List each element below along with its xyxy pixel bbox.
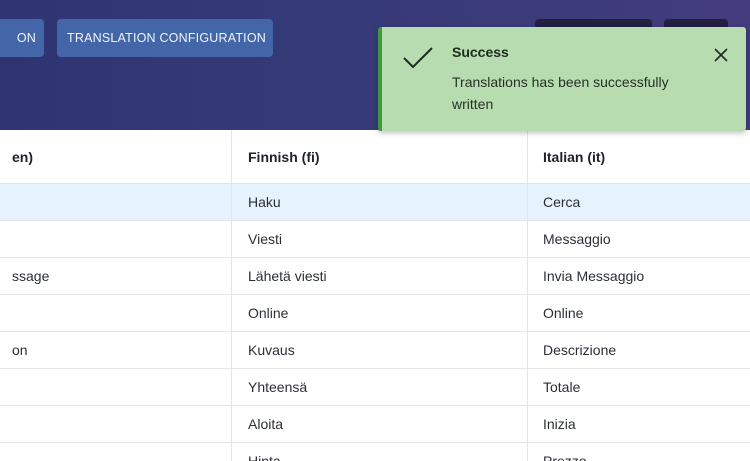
table-row[interactable]: Hinta Prezzo	[0, 443, 750, 461]
table-row[interactable]: Haku Cerca	[0, 184, 750, 221]
close-icon[interactable]	[714, 48, 728, 62]
cell-english[interactable]	[0, 295, 232, 331]
cell-finnish[interactable]: Yhteensä	[232, 369, 528, 405]
cell-italian[interactable]: Inizia	[528, 406, 750, 442]
check-icon	[403, 47, 433, 69]
translations-table: en) Finnish (fi) Italian (it) Haku Cerca…	[0, 130, 750, 461]
cell-english[interactable]: ssage	[0, 258, 232, 294]
cell-finnish[interactable]: Haku	[232, 184, 528, 220]
cell-finnish[interactable]: Lähetä viesti	[232, 258, 528, 294]
cell-finnish[interactable]: Hinta	[232, 443, 528, 461]
app: ON TRANSLATION CONFIGURATION OPEN EXISTI…	[0, 0, 750, 461]
cell-finnish[interactable]: Aloita	[232, 406, 528, 442]
table-row[interactable]: on Kuvaus Descrizione	[0, 332, 750, 369]
toast-title: Success	[452, 44, 509, 60]
column-header-italian[interactable]: Italian (it)	[528, 130, 750, 183]
cell-italian[interactable]: Cerca	[528, 184, 750, 220]
cell-english[interactable]	[0, 406, 232, 442]
partial-header-button[interactable]: ON	[0, 19, 44, 57]
table-header-row: en) Finnish (fi) Italian (it)	[0, 130, 750, 184]
cell-english[interactable]	[0, 369, 232, 405]
translation-configuration-button[interactable]: TRANSLATION CONFIGURATION	[57, 19, 273, 57]
toast-message: Translations has been successfully writt…	[452, 74, 669, 112]
cell-english[interactable]: on	[0, 332, 232, 368]
cell-italian[interactable]: Online	[528, 295, 750, 331]
table-row[interactable]: ssage Lähetä viesti Invia Messaggio	[0, 258, 750, 295]
column-header-finnish[interactable]: Finnish (fi)	[232, 130, 528, 183]
cell-finnish[interactable]: Kuvaus	[232, 332, 528, 368]
column-header-english[interactable]: en)	[0, 130, 232, 183]
cell-finnish[interactable]: Online	[232, 295, 528, 331]
success-toast: Success Translations has been successful…	[378, 27, 746, 131]
cell-english[interactable]	[0, 221, 232, 257]
table-row[interactable]: Viesti Messaggio	[0, 221, 750, 258]
cell-italian[interactable]: Descrizione	[528, 332, 750, 368]
cell-english[interactable]	[0, 184, 232, 220]
cell-italian[interactable]: Totale	[528, 369, 750, 405]
cell-italian[interactable]: Messaggio	[528, 221, 750, 257]
cell-finnish[interactable]: Viesti	[232, 221, 528, 257]
table-row[interactable]: Aloita Inizia	[0, 406, 750, 443]
cell-italian[interactable]: Invia Messaggio	[528, 258, 750, 294]
table-row[interactable]: Yhteensä Totale	[0, 369, 750, 406]
cell-italian[interactable]: Prezzo	[528, 443, 750, 461]
table-row[interactable]: Online Online	[0, 295, 750, 332]
cell-english[interactable]	[0, 443, 232, 461]
